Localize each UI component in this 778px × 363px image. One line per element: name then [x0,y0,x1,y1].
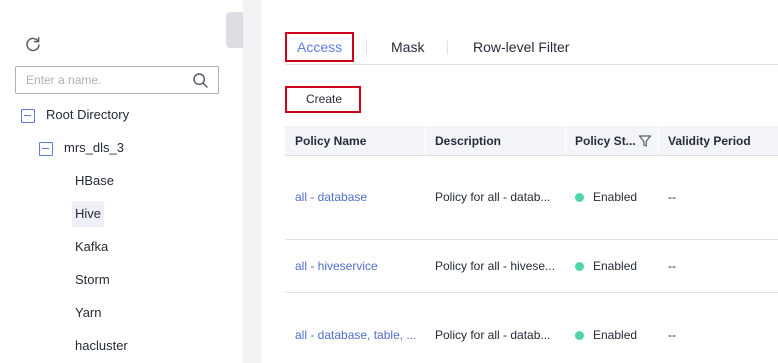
table-row: all - hiveservice Policy for all - hives… [285,240,778,293]
tree-leaf-hive[interactable]: Hive [72,201,105,227]
search-field[interactable] [15,66,219,94]
policy-status: Enabled [593,328,638,342]
validity-period: -- [668,190,676,204]
tree-node-label: mrs_dls_3 [64,140,124,155]
refresh-icon[interactable] [24,36,42,54]
table-header: Policy Name Description Policy St... Val… [285,126,778,156]
tree-leaf-storm[interactable]: Storm [72,267,113,293]
tree-node-root[interactable]: Root Directory [0,102,226,128]
tree-leaf-hacluster[interactable]: hacluster [72,333,131,359]
collapse-icon[interactable] [39,142,53,156]
policy-description: Policy for all - datab... [435,190,551,204]
column-header-policy-status[interactable]: Policy St... [565,126,636,156]
tree-leaf-yarn[interactable]: Yarn [72,300,105,326]
policy-name-link[interactable]: all - database [285,190,420,204]
search-input[interactable] [26,72,186,88]
tab-row-level-filter[interactable]: Row-level Filter [473,32,569,62]
tab-divider [447,41,448,54]
tree-node-cluster[interactable]: mrs_dls_3 [0,135,226,161]
column-header-policy-name[interactable]: Policy Name [285,126,366,156]
tree-leaf-kafka[interactable]: Kafka [72,234,111,260]
column-header-validity-period[interactable]: Validity Period [658,126,751,156]
create-button-label: Create [305,92,343,106]
panel-collapse-handle[interactable] [226,12,243,48]
validity-period: -- [668,328,676,342]
table-row: all - database, table, ... Policy for al… [285,293,778,363]
tab-divider [366,41,367,54]
tree-leaf-hbase[interactable]: HBase [72,168,117,194]
column-header-description[interactable]: Description [425,126,501,156]
filter-icon[interactable] [638,134,652,148]
policy-description: Policy for all - hivese... [435,259,556,273]
table-row: all - database Policy for all - datab...… [285,156,778,240]
create-button[interactable]: Create [285,86,361,113]
policy-name-link[interactable]: all - hiveservice [285,259,420,273]
validity-period: -- [668,259,676,273]
policy-name-link[interactable]: all - database, table, ... [285,328,417,342]
collapse-icon[interactable] [21,109,35,123]
search-icon[interactable] [192,72,209,89]
tab-access[interactable]: Access [288,32,352,62]
panel-divider [243,0,261,363]
tab-mask[interactable]: Mask [391,32,424,62]
tree-node-label: Root Directory [46,107,130,122]
policy-description: Policy for all - datab... [435,328,551,342]
directory-panel: Root Directory mrs_dls_3 HBase Hive Kafk… [0,0,243,363]
policy-status: Enabled [593,259,638,273]
policy-tabs: Access Mask Row-level Filter [285,32,778,65]
policy-status: Enabled [593,190,638,204]
